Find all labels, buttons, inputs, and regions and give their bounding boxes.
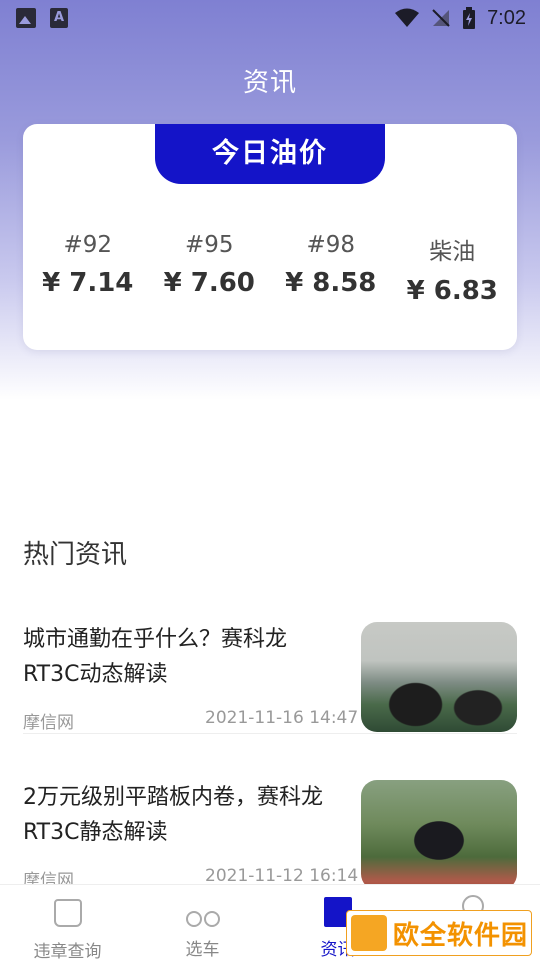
news-item[interactable]: 城市通勤在乎什么？赛科龙RT3C动态解读 摩信网 2021-11-16 14:4… <box>23 622 517 734</box>
status-left-icons: A <box>16 8 68 28</box>
news-thumbnail[interactable] <box>361 780 517 890</box>
wifi-icon <box>395 8 420 27</box>
oil-item-92: #92 ¥ 7.14 <box>29 232 147 306</box>
oil-price-row: #92 ¥ 7.14 #95 ¥ 7.60 #98 ¥ 8.58 柴油 ¥ 6.… <box>23 232 517 306</box>
status-right-icons: 7:02 <box>395 7 526 30</box>
news-title[interactable]: 城市通勤在乎什么？赛科龙RT3C动态解读 <box>23 622 343 692</box>
news-date: 2021-11-12 16:14 <box>205 866 359 886</box>
oil-price: ¥ 7.14 <box>42 268 134 298</box>
oil-grade: #98 <box>306 232 356 258</box>
status-time: 7:02 <box>487 6 526 29</box>
nav-item-violation[interactable]: 违章查询 <box>0 885 135 960</box>
news-source: 摩信网 <box>23 713 74 733</box>
oil-price: ¥ 7.60 <box>163 268 255 298</box>
news-title[interactable]: 2万元级别平踏板内卷，赛科龙RT3C静态解读 <box>23 780 343 850</box>
oil-price: ¥ 6.83 <box>406 276 498 306</box>
no-signal-icon <box>432 9 450 27</box>
violation-search-icon <box>51 899 85 933</box>
oil-item-98: #98 ¥ 8.58 <box>272 232 390 306</box>
oil-grade: #95 <box>184 232 234 258</box>
nav-label: 选车 <box>185 940 220 960</box>
motorcycle-icon <box>185 897 220 931</box>
a-notification-icon: A <box>50 8 68 28</box>
news-thumbnail[interactable] <box>361 622 517 732</box>
nav-item-select-car[interactable]: 选车 <box>135 885 270 960</box>
watermark: 欧全软件园 <box>346 910 532 956</box>
oil-grade: 柴油 <box>429 239 476 265</box>
watermark-logo-icon <box>351 915 387 951</box>
oil-price-badge: 今日油价 <box>155 124 385 184</box>
oil-price: ¥ 8.58 <box>285 268 377 298</box>
nav-label: 违章查询 <box>33 942 102 960</box>
oil-item-diesel: 柴油 ¥ 6.83 <box>393 232 511 306</box>
oil-grade: #92 <box>63 232 113 258</box>
oil-price-card: 今日油价 #92 ¥ 7.14 #95 ¥ 7.60 #98 ¥ 8.58 柴油… <box>23 124 517 350</box>
news-date: 2021-11-16 14:47 <box>205 708 359 728</box>
page-title: 资讯 <box>242 68 297 98</box>
watermark-text: 欧全软件园 <box>393 920 529 951</box>
battery-icon <box>463 7 476 29</box>
hot-news-title: 热门资讯 <box>23 540 128 570</box>
news-item[interactable]: 2万元级别平踏板内卷，赛科龙RT3C静态解读 摩信网 2021-11-12 16… <box>23 780 517 892</box>
image-notification-icon <box>16 8 36 28</box>
status-bar: A 7:02 <box>0 0 540 36</box>
oil-item-95: #95 ¥ 7.60 <box>150 232 268 306</box>
